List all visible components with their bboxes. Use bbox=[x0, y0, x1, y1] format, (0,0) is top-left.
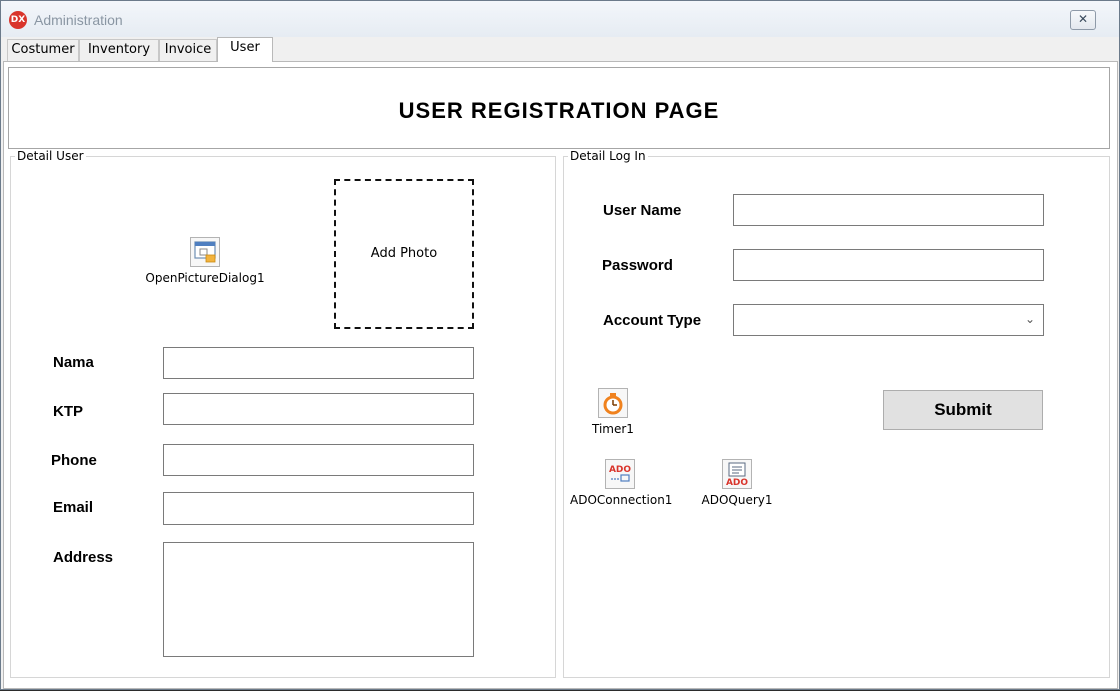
tab-inventory[interactable]: Inventory bbox=[79, 39, 159, 61]
account-type-dropdown[interactable] bbox=[734, 305, 1043, 335]
ktp-label: KTP bbox=[53, 403, 83, 420]
ado-connection-caption: ADOConnection1 bbox=[570, 493, 673, 507]
nama-input[interactable] bbox=[163, 347, 474, 379]
detail-user-group-label: Detail User bbox=[15, 149, 86, 163]
email-input[interactable] bbox=[163, 492, 474, 525]
ktp-input[interactable] bbox=[163, 393, 474, 425]
administration-window: DX Administration ✕ Costumer Inventory I… bbox=[0, 0, 1120, 690]
phone-label: Phone bbox=[51, 452, 97, 469]
address-textarea[interactable] bbox=[163, 542, 474, 657]
timer-caption: Timer1 bbox=[592, 422, 634, 436]
detail-login-group: Detail Log In User Name Password Account… bbox=[563, 149, 1110, 678]
tab-costumer[interactable]: Costumer bbox=[7, 39, 79, 61]
ado-query-component[interactable]: ADO ADOQuery1 bbox=[692, 459, 782, 507]
detail-login-group-label: Detail Log In bbox=[568, 149, 648, 163]
tab-invoice[interactable]: Invoice bbox=[159, 39, 217, 61]
open-picture-dialog-caption: OpenPictureDialog1 bbox=[145, 271, 265, 285]
timer-component[interactable]: Timer1 bbox=[592, 388, 634, 436]
detail-user-group: Detail User OpenPictureDialog1 Add Photo… bbox=[10, 149, 556, 678]
add-photo-box[interactable]: Add Photo bbox=[334, 179, 474, 329]
username-input[interactable] bbox=[733, 194, 1044, 226]
phone-input[interactable] bbox=[163, 444, 474, 476]
ado-connection-icon: ADO bbox=[605, 459, 635, 489]
app-logo-icon: DX bbox=[9, 11, 27, 29]
email-label: Email bbox=[53, 499, 94, 516]
svg-text:ADO: ADO bbox=[726, 478, 748, 488]
nama-label: Nama bbox=[53, 354, 94, 371]
close-button[interactable]: ✕ bbox=[1070, 10, 1096, 30]
svg-text:ADO: ADO bbox=[609, 465, 631, 475]
account-type-select[interactable]: ⌄ bbox=[733, 304, 1044, 336]
ado-connection-component[interactable]: ADO ADOConnection1 bbox=[570, 459, 673, 507]
password-input[interactable] bbox=[733, 249, 1044, 281]
ado-query-icon: ADO bbox=[722, 459, 752, 489]
address-label: Address bbox=[53, 549, 114, 566]
page-title: USER REGISTRATION PAGE bbox=[398, 98, 720, 123]
ado-query-caption: ADOQuery1 bbox=[701, 493, 773, 507]
password-label: Password bbox=[602, 257, 673, 274]
timer-icon bbox=[597, 388, 628, 418]
tab-strip: Costumer Inventory Invoice User bbox=[1, 37, 1119, 62]
submit-button[interactable]: Submit bbox=[883, 390, 1043, 430]
open-picture-dialog-component[interactable]: OpenPictureDialog1 bbox=[145, 237, 265, 285]
user-tab-content: USER REGISTRATION PAGE Detail User OpenP… bbox=[3, 61, 1118, 689]
header-panel: USER REGISTRATION PAGE bbox=[8, 67, 1110, 149]
username-label: User Name bbox=[603, 202, 682, 219]
add-photo-label: Add Photo bbox=[370, 246, 438, 261]
open-picture-dialog-icon bbox=[190, 237, 220, 267]
title-bar: DX Administration ✕ bbox=[1, 1, 1119, 37]
window-title: Administration bbox=[34, 12, 123, 28]
tab-user[interactable]: User bbox=[217, 37, 273, 62]
account-type-label: Account Type bbox=[603, 312, 702, 329]
